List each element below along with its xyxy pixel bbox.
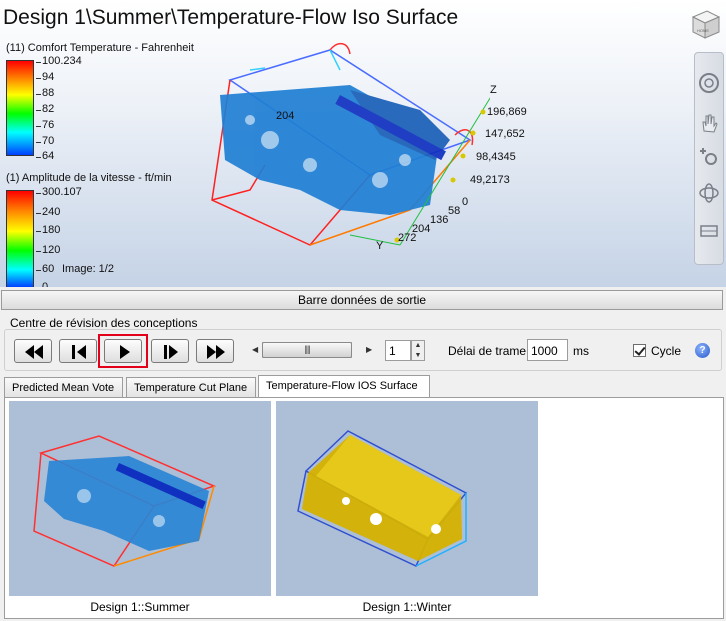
- image-counter: Image: 1/2: [62, 263, 114, 275]
- temp-tick: 94: [35, 71, 55, 83]
- cycle-label: Cycle: [651, 344, 682, 358]
- frame-spinner[interactable]: ▲ ▼: [411, 340, 425, 361]
- play-icon: [120, 345, 130, 359]
- steering-wheel-icon[interactable]: [697, 71, 721, 95]
- tab-temperature-flow-ios-surface[interactable]: Temperature-Flow IOS Surface: [258, 375, 430, 398]
- 3d-viewport[interactable]: Design 1\Summer\Temperature-Flow Iso Sur…: [0, 0, 726, 287]
- fast-forward-to-end-button[interactable]: [196, 339, 234, 363]
- temp-tick: 100.234: [36, 55, 82, 67]
- tab-temperature-cut-plane[interactable]: Temperature Cut Plane: [126, 377, 256, 397]
- slider-thumb[interactable]: ||||: [262, 342, 352, 358]
- orbit-icon[interactable]: [697, 181, 721, 205]
- spinner-up-icon[interactable]: ▲: [412, 341, 424, 351]
- thumbnail-winter[interactable]: [276, 401, 538, 596]
- frame-delay-label: Délai de trame:: [448, 344, 530, 358]
- thumbnail-winter-caption: Design 1::Winter: [362, 600, 452, 614]
- summer-iso-surface-image: [33, 435, 217, 567]
- fast-rewind-icon: [25, 345, 43, 359]
- step-forward-button[interactable]: [151, 339, 189, 363]
- velocity-legend-title: (1) Amplitude de la vitesse - ft/min: [6, 172, 172, 184]
- axis-tick-label: 136: [430, 214, 449, 226]
- axis-tick-label: 147,652: [485, 128, 525, 140]
- velocity-tick: 240: [35, 206, 61, 218]
- slider-left-arrow-icon[interactable]: ◀: [252, 345, 258, 354]
- zoom-icon[interactable]: [697, 145, 721, 169]
- help-icon[interactable]: ?: [695, 343, 710, 358]
- temp-tick: 88: [35, 87, 55, 99]
- slider-right-arrow-icon[interactable]: ▶: [366, 345, 372, 354]
- navigation-bar: [694, 52, 724, 265]
- axis-tick-label: 98,4345: [476, 151, 516, 163]
- axis-tick-label: 0: [462, 196, 469, 208]
- frame-number-input[interactable]: 1: [385, 340, 411, 361]
- velocity-colorbar: [6, 190, 34, 287]
- cycle-checkbox[interactable]: [633, 344, 646, 357]
- axis-y-label: Y: [376, 240, 384, 252]
- step-forward-icon: [164, 345, 178, 359]
- viewcube-label: HOME: [697, 28, 709, 33]
- temp-tick: 70: [35, 135, 55, 147]
- velocity-tick: 180: [35, 224, 61, 236]
- thumbnail-summer-caption: Design 1::Summer: [90, 600, 190, 614]
- velocity-tick: 60: [35, 263, 55, 275]
- temp-tick: 76: [35, 119, 55, 131]
- pan-hand-icon[interactable]: [697, 111, 721, 135]
- temp-tick: 82: [35, 103, 55, 115]
- temperature-legend-title: (11) Comfort Temperature - Fahrenheit: [6, 42, 194, 54]
- fast-forward-icon: [207, 345, 225, 359]
- axis-tick-label: 196,869: [487, 106, 527, 118]
- thumbnail-summer[interactable]: [9, 401, 271, 596]
- look-at-icon[interactable]: [697, 218, 721, 242]
- design-review-label: Centre de révision des conceptions: [10, 316, 198, 330]
- winter-iso-surface-image: [297, 430, 468, 568]
- axis-tick-label: 49,2173: [470, 174, 510, 186]
- output-data-bar-button[interactable]: Barre données de sortie: [1, 290, 723, 310]
- step-back-button[interactable]: [59, 339, 97, 363]
- rewind-to-start-button[interactable]: [14, 339, 52, 363]
- axis-tick-label: 58: [448, 205, 461, 217]
- temp-tick: 64: [35, 150, 55, 162]
- frame-slider[interactable]: ◀ |||| ▶: [252, 340, 372, 360]
- axis-tick-label: 204: [276, 110, 295, 122]
- temperature-colorbar: [6, 60, 34, 156]
- axis-z-label: Z: [490, 84, 497, 96]
- tab-predicted-mean-vote[interactable]: Predicted Mean Vote: [4, 377, 123, 397]
- axis-tick-label: 272: [398, 232, 417, 244]
- velocity-tick: 300.107: [36, 186, 82, 198]
- velocity-tick: 0: [42, 281, 48, 287]
- step-back-icon: [72, 345, 86, 359]
- velocity-tick: 120: [35, 244, 61, 256]
- viewport-title: Design 1\Summer\Temperature-Flow Iso Sur…: [3, 6, 459, 29]
- viewcube[interactable]: HOME: [689, 8, 721, 40]
- play-button[interactable]: [104, 339, 142, 363]
- spinner-down-icon[interactable]: ▼: [412, 351, 424, 361]
- frame-delay-input[interactable]: 1000: [527, 339, 568, 361]
- delay-unit-label: ms: [573, 344, 589, 358]
